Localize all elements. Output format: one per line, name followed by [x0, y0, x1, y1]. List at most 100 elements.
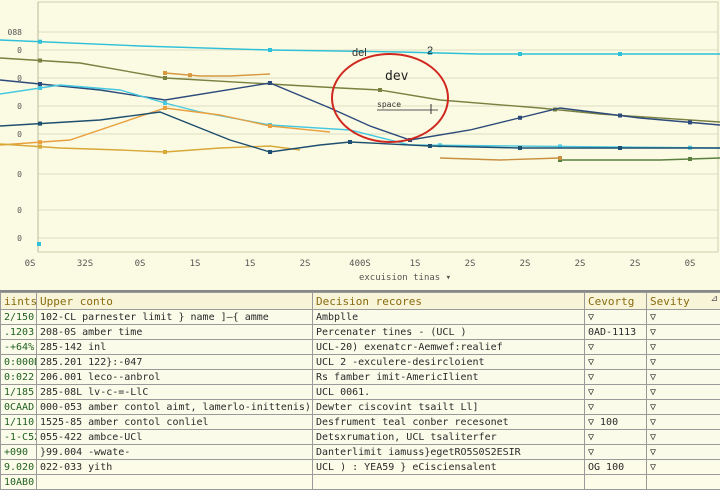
data-point[interactable]	[268, 48, 272, 52]
table-row[interactable]: 0CAAD000-053 amber contol aimt, lamerlo-…	[1, 400, 720, 415]
table-row[interactable]: 2/150102-CL parnester limit } name ]—{ a…	[1, 310, 720, 325]
table-cell: UCL-20) exenatcr-Aemwef:realief	[313, 340, 585, 355]
data-point[interactable]	[518, 52, 522, 56]
column-header-limits[interactable]: iints	[1, 293, 37, 310]
x-tick-label: 1S	[245, 259, 256, 269]
data-point[interactable]	[38, 86, 42, 90]
table-cell: ▽	[647, 355, 720, 370]
table-row[interactable]: 10AB0	[1, 475, 720, 490]
resize-icon[interactable]: ⊿	[710, 294, 718, 304]
data-point[interactable]	[618, 114, 622, 118]
table-cell: 022-033 yith	[37, 460, 313, 475]
table-cell: ▽	[585, 430, 647, 445]
table-cell: UCL 0061.	[313, 385, 585, 400]
table-cell	[313, 475, 585, 490]
table-row[interactable]: -1-C52055-422 ambce-UClDetsxrumation, UC…	[1, 430, 720, 445]
decision-table-panel: ⊿ iints Upper conto Decision recores Cev…	[0, 290, 720, 462]
table-cell: ▽	[585, 340, 647, 355]
data-point[interactable]	[348, 140, 352, 144]
y-tick-label: 0	[17, 102, 22, 111]
table-row[interactable]: .1203208-0S amber timePercenater tines -…	[1, 325, 720, 340]
table-cell: 0AD-1113	[585, 325, 647, 340]
table-row[interactable]: -+64%285-142 inlUCL-20) exenatcr-Aemwef:…	[1, 340, 720, 355]
table-cell: 0:000D	[1, 355, 37, 370]
column-header-upper-control[interactable]: Upper conto	[37, 293, 313, 310]
x-axis-label[interactable]: excuision tinas ▾	[359, 273, 451, 283]
table-cell	[585, 475, 647, 490]
table-cell: 285.201 122}:-047	[37, 355, 313, 370]
data-point[interactable]	[428, 144, 432, 148]
annotation-del: del	[352, 47, 367, 59]
column-header-coverage[interactable]: Cevortg	[585, 293, 647, 310]
table-cell: ▽	[647, 445, 720, 460]
column-header-severity[interactable]: Sevity	[647, 293, 720, 310]
data-point[interactable]	[163, 106, 167, 110]
data-point[interactable]	[378, 88, 382, 92]
table-cell: .1203	[1, 325, 37, 340]
table-row[interactable]: 1/185285-08L lv-c-=-LlCUCL 0061.▽▽	[1, 385, 720, 400]
data-point[interactable]	[618, 52, 622, 56]
x-tick-label: 2S	[465, 259, 476, 269]
table-cell: ▽	[647, 415, 720, 430]
table-cell: }99.004 -wwate-	[37, 445, 313, 460]
table-cell: UCL ) : YEA59 } eCisciensalent	[313, 460, 585, 475]
data-point[interactable]	[268, 150, 272, 154]
data-point[interactable]	[188, 73, 192, 77]
x-tick-label: 0S	[685, 259, 696, 269]
data-point[interactable]	[688, 120, 692, 124]
data-point[interactable]	[163, 101, 167, 105]
table-cell: 0CAAD	[1, 400, 37, 415]
table-cell: ▽	[647, 430, 720, 445]
table-cell: ▽	[585, 310, 647, 325]
table-cell: ▽	[647, 325, 720, 340]
data-point[interactable]	[38, 59, 42, 63]
table-cell: 1525-85 amber contol conliel	[37, 415, 313, 430]
x-tick-label: 400S	[349, 259, 371, 269]
table-row[interactable]: 9.020022-033 yithUCL ) : YEA59 } eCiscie…	[1, 460, 720, 475]
data-point[interactable]	[38, 122, 42, 126]
data-point[interactable]	[38, 82, 42, 86]
x-tick-label: 32S	[77, 259, 93, 269]
table-cell: -1-C52	[1, 430, 37, 445]
data-point[interactable]	[37, 242, 41, 246]
table-row[interactable]: +090}99.004 -wwate-Danterlimit iamuss}eg…	[1, 445, 720, 460]
table-cell: 9.020	[1, 460, 37, 475]
table-cell: ▽	[585, 355, 647, 370]
table-cell: ▽	[647, 370, 720, 385]
table-cell: OG 100	[585, 460, 647, 475]
table-cell: ▽	[585, 370, 647, 385]
table-cell: ▽	[647, 385, 720, 400]
y-tick-label: 0	[17, 46, 22, 55]
data-point[interactable]	[268, 81, 272, 85]
table-cell: Rs famber imit-AmericIlient	[313, 370, 585, 385]
data-point[interactable]	[38, 40, 42, 44]
column-header-decision-records[interactable]: Decision recores	[313, 293, 585, 310]
y-tick-label: 0	[17, 130, 22, 139]
data-point[interactable]	[618, 146, 622, 150]
table-cell	[647, 475, 720, 490]
data-point[interactable]	[518, 146, 522, 150]
data-point[interactable]	[688, 157, 692, 161]
data-point[interactable]	[518, 116, 522, 120]
table-row[interactable]: 0:022206.001 leco--anbrolRs famber imit-…	[1, 370, 720, 385]
table-row[interactable]: 1/1101525-85 amber contol conlielDesfrum…	[1, 415, 720, 430]
line-chart: 08800000000S32S0S1S1S2S400S1S2S2S2S2S0Se…	[0, 0, 720, 290]
decision-table: iints Upper conto Decision recores Cevor…	[0, 292, 720, 490]
data-point[interactable]	[163, 71, 167, 75]
data-point[interactable]	[38, 145, 42, 149]
table-row[interactable]: 0:000D285.201 122}:-047UCL 2 -exculere-d…	[1, 355, 720, 370]
data-point[interactable]	[163, 76, 167, 80]
table-cell: Detsxrumation, UCL tsaliterfer	[313, 430, 585, 445]
x-tick-label: 0S	[25, 259, 36, 269]
table-header-row: iints Upper conto Decision recores Cevor…	[1, 293, 720, 310]
table-cell: ▽	[647, 340, 720, 355]
table-cell: ▽	[647, 310, 720, 325]
data-point[interactable]	[268, 124, 272, 128]
data-point[interactable]	[38, 140, 42, 144]
table-cell: ▽	[585, 400, 647, 415]
data-point[interactable]	[163, 150, 167, 154]
table-cell: Ambplle	[313, 310, 585, 325]
table-cell: ▽	[647, 400, 720, 415]
x-tick-label: 1S	[410, 259, 421, 269]
data-point[interactable]	[558, 156, 562, 160]
